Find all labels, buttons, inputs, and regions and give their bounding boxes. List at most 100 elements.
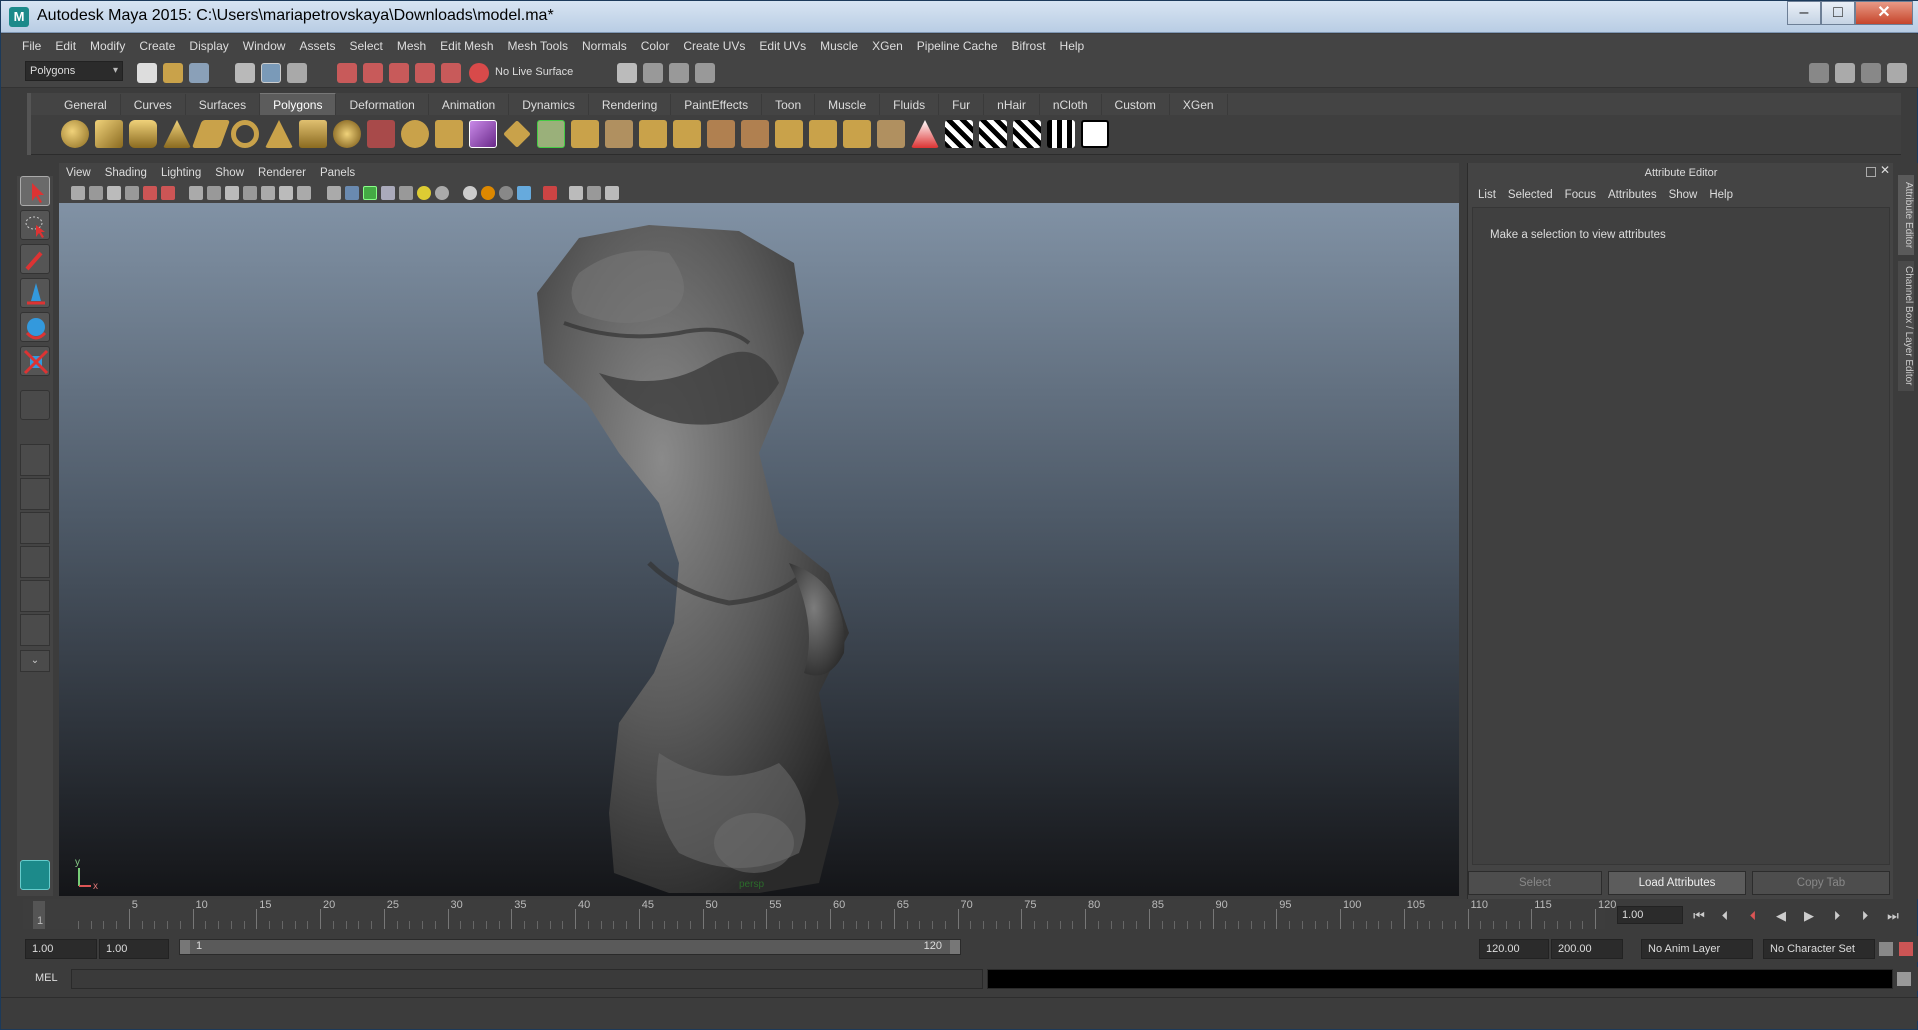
smooth-icon[interactable]: [469, 120, 497, 148]
select-object-icon[interactable]: [261, 63, 281, 83]
tab-painteffects[interactable]: PaintEffects: [671, 94, 763, 116]
snap-point-icon[interactable]: [389, 63, 409, 83]
sculpt-icon[interactable]: [911, 120, 939, 148]
cylindrical-mapping-icon[interactable]: [979, 120, 1007, 148]
extract-icon[interactable]: [435, 120, 463, 148]
anim-layer-selector[interactable]: No Anim Layer: [1641, 939, 1753, 959]
viewport-menu-panels[interactable]: Panels: [313, 163, 362, 183]
bridge-icon[interactable]: [673, 120, 701, 148]
two-d-pan-zoom-icon[interactable]: [143, 186, 157, 200]
select-button[interactable]: Select: [1468, 871, 1602, 895]
menu-muscle[interactable]: Muscle: [813, 34, 865, 58]
select-tool-icon[interactable]: [20, 176, 50, 206]
isolate-select-icon[interactable]: [517, 186, 531, 200]
modeling-toolkit-icon[interactable]: [1809, 63, 1829, 83]
attribute-editor-side-tab[interactable]: Attribute Editor: [1898, 175, 1914, 255]
render-frame-icon[interactable]: [643, 63, 663, 83]
close-button[interactable]: ✕: [1855, 1, 1913, 25]
ipr-render-icon[interactable]: [669, 63, 689, 83]
paint-select-tool-icon[interactable]: [20, 244, 50, 274]
lasso-tool-icon[interactable]: [20, 210, 50, 240]
float-panel-icon[interactable]: [1866, 167, 1876, 177]
save-scene-icon[interactable]: [189, 63, 209, 83]
reduce-icon[interactable]: [537, 120, 565, 148]
tab-animation[interactable]: Animation: [429, 94, 510, 116]
offset-edge-loop-icon[interactable]: [809, 120, 837, 148]
poly-pyramid-icon[interactable]: [265, 120, 293, 148]
smooth-shade-icon[interactable]: [345, 186, 359, 200]
poly-cube-icon[interactable]: [95, 120, 123, 148]
play-forwards-icon[interactable]: ▶: [1799, 907, 1819, 925]
tab-dynamics[interactable]: Dynamics: [509, 94, 589, 116]
multisample-aa-icon[interactable]: [481, 186, 495, 200]
animation-end-field[interactable]: 200.00: [1551, 939, 1623, 959]
persp-graph-layout-icon[interactable]: [20, 546, 50, 578]
animation-preferences-icon[interactable]: [1899, 942, 1913, 956]
boolean-icon[interactable]: [503, 120, 531, 148]
menu-color[interactable]: Color: [634, 34, 677, 58]
bookmarks-icon[interactable]: [107, 186, 121, 200]
menu-edit-uvs[interactable]: Edit UVs: [752, 34, 813, 58]
menu-pipeline-cache[interactable]: Pipeline Cache: [910, 34, 1005, 58]
depth-of-field-icon[interactable]: [499, 186, 513, 200]
tab-general[interactable]: General: [51, 94, 121, 116]
select-camera-icon[interactable]: [71, 186, 85, 200]
tab-toon[interactable]: Toon: [762, 94, 816, 116]
channel-box-toggle-icon[interactable]: [1887, 63, 1907, 83]
new-scene-icon[interactable]: [137, 63, 157, 83]
animation-start-field[interactable]: 1.00: [25, 939, 97, 959]
close-panel-icon[interactable]: ✕: [1880, 163, 1890, 177]
step-back-frame-icon[interactable]: ⏴: [1743, 907, 1763, 925]
poly-sphere-icon[interactable]: [61, 120, 89, 148]
menu-help[interactable]: Help: [1053, 34, 1092, 58]
field-chart-icon[interactable]: [261, 186, 275, 200]
ae-menu-focus[interactable]: Focus: [1559, 183, 1602, 207]
select-component-icon[interactable]: [287, 63, 307, 83]
menu-set-selector[interactable]: Polygons: [25, 61, 123, 81]
viewport-menu-renderer[interactable]: Renderer: [251, 163, 313, 183]
shadows-icon[interactable]: [417, 186, 431, 200]
play-backwards-icon[interactable]: ◀: [1771, 907, 1791, 925]
tab-surfaces[interactable]: Surfaces: [186, 94, 261, 116]
screen-space-ao-icon[interactable]: [435, 186, 449, 200]
tab-polygons[interactable]: Polygons: [260, 93, 337, 116]
resolution-gate-icon[interactable]: [225, 186, 239, 200]
gate-mask-icon[interactable]: [243, 186, 257, 200]
range-slider-start-handle[interactable]: [180, 940, 190, 954]
tab-rendering[interactable]: Rendering: [589, 94, 672, 116]
menu-normals[interactable]: Normals: [575, 34, 634, 58]
rotate-tool-icon[interactable]: [20, 312, 50, 342]
step-forward-frame-icon[interactable]: ⏵: [1827, 907, 1847, 925]
menu-window[interactable]: Window: [236, 34, 293, 58]
menu-create-uvs[interactable]: Create UVs: [676, 34, 752, 58]
load-attributes-button[interactable]: Load Attributes: [1608, 871, 1746, 895]
poly-torus-icon[interactable]: [231, 120, 259, 148]
scale-tool-icon[interactable]: [20, 346, 50, 376]
menu-display[interactable]: Display: [182, 34, 235, 58]
live-surface-label[interactable]: No Live Surface: [495, 66, 573, 78]
fill-hole-icon[interactable]: [605, 120, 633, 148]
last-tool-slot[interactable]: [20, 390, 50, 420]
persp-graph-hypershade-layout-icon[interactable]: [20, 614, 50, 646]
use-all-lights-icon[interactable]: [399, 186, 413, 200]
range-slider[interactable]: 1 120: [179, 939, 961, 955]
four-pane-layout-icon[interactable]: [20, 478, 50, 510]
merge-icon[interactable]: [877, 120, 905, 148]
snap-grid-icon[interactable]: [337, 63, 357, 83]
tab-deformation[interactable]: Deformation: [336, 94, 429, 116]
menu-xgen[interactable]: XGen: [865, 34, 910, 58]
tab-ncloth[interactable]: nCloth: [1040, 94, 1102, 116]
command-input[interactable]: [71, 969, 983, 989]
copy-tab-button[interactable]: Copy Tab: [1752, 871, 1890, 895]
select-hierarchy-icon[interactable]: [235, 63, 255, 83]
step-forward-key-icon[interactable]: ⏵: [1855, 907, 1875, 925]
extrude-icon[interactable]: [639, 120, 667, 148]
wireframe-icon[interactable]: [327, 186, 341, 200]
xray-components-icon[interactable]: [587, 186, 601, 200]
safe-title-icon[interactable]: [297, 186, 311, 200]
viewport-menu-shading[interactable]: Shading: [98, 163, 154, 183]
tab-nhair[interactable]: nHair: [984, 94, 1040, 116]
mirror-geometry-icon[interactable]: [571, 120, 599, 148]
menu-file[interactable]: File: [15, 34, 48, 58]
ae-menu-list[interactable]: List: [1472, 183, 1502, 207]
